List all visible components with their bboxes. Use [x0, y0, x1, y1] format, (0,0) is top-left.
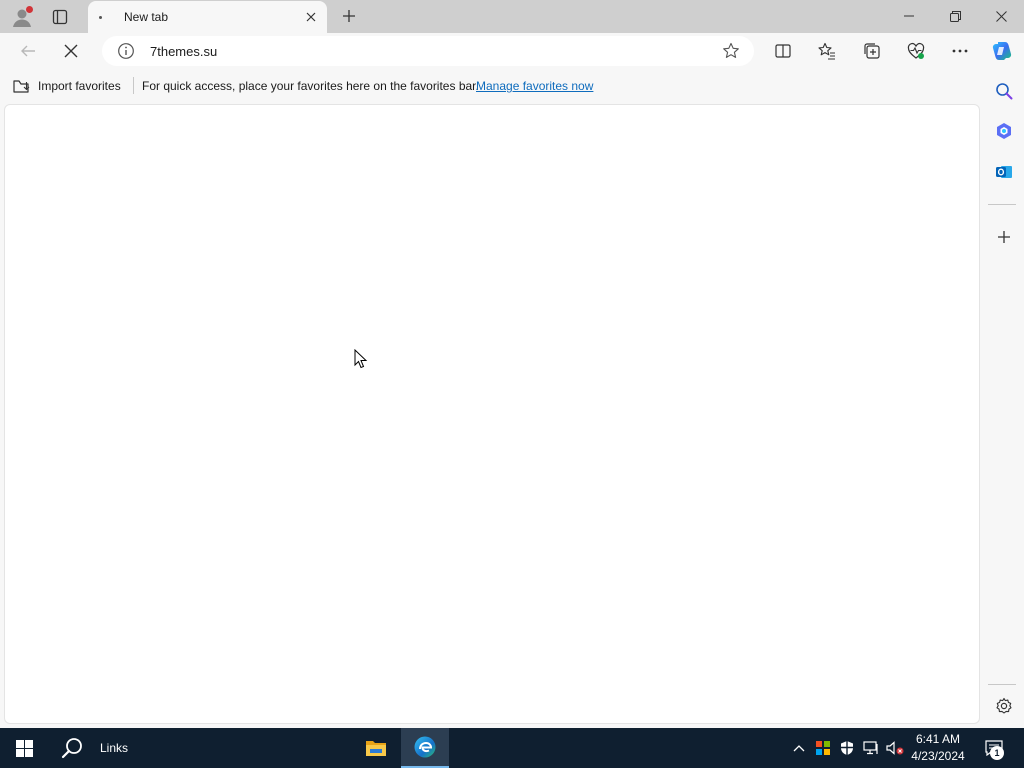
folder-icon: [366, 741, 386, 756]
sidebar-divider: [988, 684, 1016, 685]
windows-logo-icon: [15, 739, 33, 757]
taskbar-clock[interactable]: 6:41 AM 4/23/2024: [906, 731, 970, 765]
shield-icon: [841, 741, 853, 755]
manage-favorites-link[interactable]: Manage favorites now: [476, 79, 593, 93]
network-tray-button[interactable]: [859, 728, 883, 768]
tab-actions-icon: [52, 9, 68, 25]
volume-tray-button[interactable]: [883, 728, 907, 768]
favorites-divider: [133, 77, 134, 94]
clock-time: 6:41 AM: [915, 732, 961, 746]
taskbar-search-button[interactable]: [48, 728, 96, 768]
m365-app-icon: [997, 123, 1011, 139]
split-screen-icon: [775, 44, 791, 58]
security-tray-button[interactable]: [835, 728, 859, 768]
clock-date: 4/23/2024: [911, 749, 965, 763]
tab-close-button[interactable]: [303, 9, 319, 25]
start-button[interactable]: [0, 728, 48, 768]
favorites-bar: Import favorites For quick access, place…: [0, 72, 980, 100]
new-tab-button[interactable]: [337, 4, 361, 28]
add-favorite-star-icon[interactable]: [722, 42, 740, 60]
address-input[interactable]: 7themes.su: [150, 44, 217, 59]
collections-button[interactable]: [858, 37, 886, 65]
minimize-icon: [904, 15, 914, 17]
tab-new-tab[interactable]: New tab: [88, 1, 327, 33]
stop-loading-button[interactable]: [57, 37, 85, 65]
close-icon: [995, 10, 1007, 22]
loading-favicon-icon: [99, 16, 102, 19]
taskbar: Links 6:41 AM 4/23/2024 1: [0, 728, 1024, 768]
tray-app-button[interactable]: [811, 728, 835, 768]
show-hidden-icons-button[interactable]: [787, 728, 811, 768]
sidebar-settings-button[interactable]: [990, 692, 1018, 720]
more-dots-icon: [952, 49, 968, 53]
sidebar-outlook-button[interactable]: [990, 158, 1018, 186]
action-center-button[interactable]: 1: [978, 728, 1010, 768]
plus-icon: [998, 231, 1010, 243]
sidebar-copilot-app-button[interactable]: [990, 117, 1018, 145]
edge-sidebar: [984, 72, 1024, 724]
close-window-button[interactable]: [978, 0, 1024, 32]
profile-button[interactable]: [9, 4, 35, 30]
page-content-area[interactable]: [4, 104, 980, 724]
split-screen-button[interactable]: [769, 37, 797, 65]
tab-title: New tab: [124, 10, 169, 24]
browser-essentials-button[interactable]: [902, 37, 930, 65]
volume-muted-icon: [886, 741, 904, 755]
stop-x-icon: [64, 44, 78, 58]
sidebar-search-button[interactable]: [990, 77, 1018, 105]
mouse-cursor-icon: [354, 349, 368, 369]
address-bar[interactable]: 7themes.su: [102, 36, 754, 66]
collections-icon: [864, 43, 880, 59]
favorites-bar-message: For quick access, place your favorites h…: [142, 79, 479, 93]
import-favorites-icon[interactable]: [13, 78, 31, 94]
outlook-icon: [996, 166, 1012, 178]
settings-more-button[interactable]: [946, 37, 974, 65]
copilot-button[interactable]: [988, 37, 1016, 65]
chevron-up-icon: [793, 745, 805, 752]
tab-strip: New tab: [0, 0, 1024, 33]
restore-icon: [949, 10, 961, 22]
sidebar-divider: [988, 204, 1016, 205]
tab-actions-button[interactable]: [48, 5, 72, 29]
edge-logo-icon: [414, 736, 436, 758]
notification-count-badge: 1: [990, 746, 1004, 760]
close-icon: [306, 12, 316, 22]
search-icon: [61, 738, 82, 759]
file-explorer-button[interactable]: [352, 728, 400, 768]
edge-taskbar-button[interactable]: [401, 728, 449, 768]
browser-toolbar: 7themes.su: [0, 33, 1024, 69]
import-favorites-button[interactable]: Import favorites: [38, 79, 121, 93]
heart-pulse-icon: [907, 42, 925, 59]
sidebar-add-button[interactable]: [990, 223, 1018, 251]
links-toolbar[interactable]: Links: [96, 728, 136, 768]
favorites-star-list-icon: [818, 42, 835, 60]
search-icon: [996, 83, 1013, 100]
profile-notification-dot: [26, 6, 33, 13]
plus-icon: [343, 10, 355, 22]
back-button[interactable]: [14, 37, 42, 65]
info-icon[interactable]: [117, 42, 135, 60]
favorites-button[interactable]: [813, 37, 841, 65]
gear-icon: [996, 697, 1012, 714]
app-grid-icon: [816, 741, 830, 755]
back-arrow-icon: [21, 45, 35, 57]
network-icon: [863, 741, 878, 755]
copilot-icon: [992, 42, 1012, 60]
minimize-button[interactable]: [886, 0, 932, 32]
restore-button[interactable]: [932, 0, 978, 32]
